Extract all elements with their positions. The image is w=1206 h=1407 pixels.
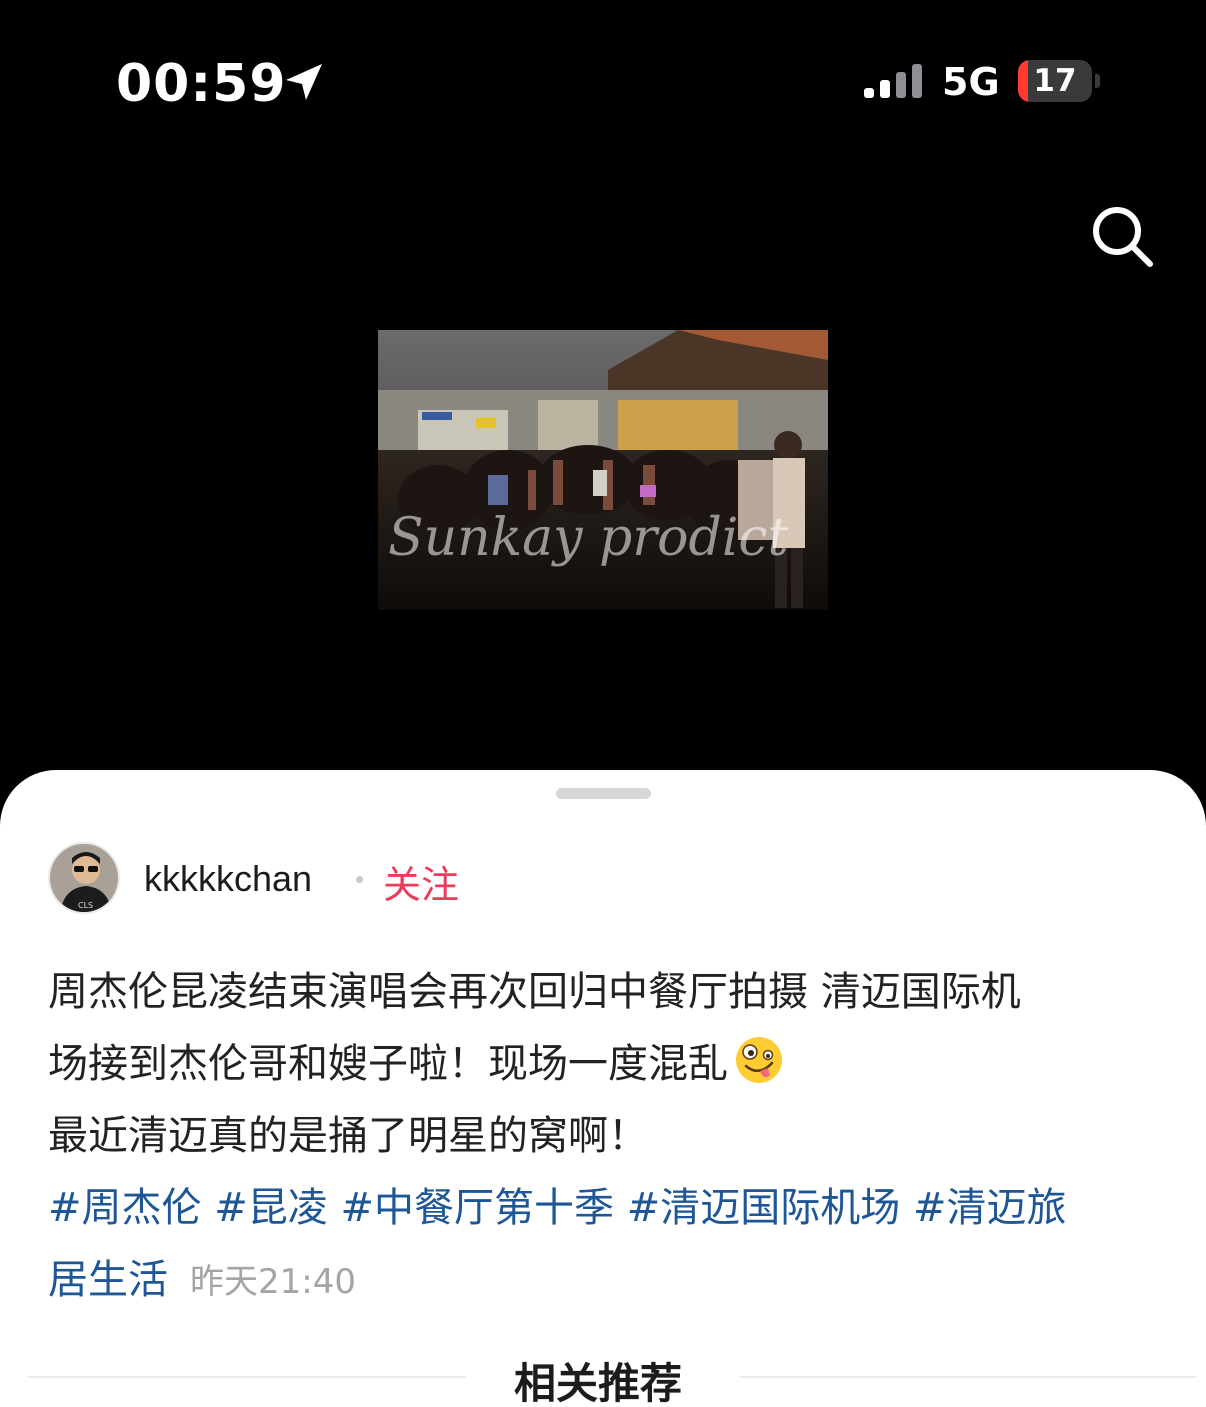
location-arrow-icon <box>286 64 322 100</box>
hashtag-chiang-mai-living-cont[interactable]: 居生活 <box>48 1257 168 1303</box>
battery-percentage: 17 <box>1033 63 1077 99</box>
separator-dot <box>356 876 363 883</box>
post-content: 周杰伦昆凌结束演唱会再次回归中餐厅拍摄 清迈国际机 场接到杰伦哥和嫂子啦！现场一… <box>48 956 1158 1318</box>
airport-scene-image: Sunkay prodict <box>378 330 828 610</box>
video-thumbnail[interactable]: Sunkay prodict <box>378 330 828 610</box>
post-text-line: 周杰伦昆凌结束演唱会再次回归中餐厅拍摄 清迈国际机 <box>48 969 1021 1015</box>
hashtag-jay-chou[interactable]: #周杰伦 <box>48 1185 202 1231</box>
avatar-image: CLS <box>50 844 118 912</box>
hashtag-line-2: 居生活 昨天21:40 <box>48 1244 1158 1318</box>
post-text-line: 场接到杰伦哥和嫂子啦！现场一度混乱 <box>48 1041 728 1087</box>
drag-handle[interactable] <box>556 788 651 799</box>
hashtag-chiang-mai-living[interactable]: #清迈旅 <box>913 1185 1067 1231</box>
status-bar: 00:59 5G 17 <box>0 0 1206 160</box>
hashtag-chinese-restaurant[interactable]: #中餐厅第十季 <box>340 1185 614 1231</box>
divider <box>28 1376 466 1378</box>
screen: 00:59 5G 17 Sunkay prodict CLS kkkkkchan… <box>0 0 1206 1407</box>
follow-button[interactable]: 关注 <box>383 854 459 909</box>
hashtag-line: #周杰伦 #昆凌 #中餐厅第十季 #清迈国际机场 #清迈旅 <box>48 1172 1158 1244</box>
network-type: 5G <box>942 60 1000 104</box>
cellular-signal-icon <box>864 64 922 98</box>
related-section-header: 相关推荐 <box>0 1344 1206 1407</box>
battery-cap <box>1095 74 1100 88</box>
post-text-line-with-emoji: 场接到杰伦哥和嫂子啦！现场一度混乱 <box>48 1028 1158 1100</box>
related-title: 相关推荐 <box>514 1359 683 1407</box>
hashtag-hannah-quinlivan[interactable]: #昆凌 <box>214 1185 328 1231</box>
divider <box>740 1376 1196 1378</box>
username[interactable]: kkkkkchan <box>144 858 312 900</box>
video-watermark: Sunkay prodict <box>388 508 789 568</box>
post-text-line: 最近清迈真的是捅了明星的窝啊！ <box>48 1113 648 1159</box>
avatar[interactable]: CLS <box>48 842 120 914</box>
post-detail-sheet: CLS kkkkkchan 关注 周杰伦昆凌结束演唱会再次回归中餐厅拍摄 清迈国… <box>0 770 1206 1407</box>
search-icon[interactable] <box>1086 200 1158 272</box>
zany-face-emoji <box>736 1037 782 1083</box>
status-time: 00:59 <box>116 54 287 114</box>
svg-text:CLS: CLS <box>78 901 93 910</box>
hashtag-chiang-mai-airport[interactable]: #清迈国际机场 <box>627 1185 901 1231</box>
battery-indicator: 17 <box>1018 60 1092 102</box>
post-timestamp: 昨天21:40 <box>190 1262 356 1302</box>
